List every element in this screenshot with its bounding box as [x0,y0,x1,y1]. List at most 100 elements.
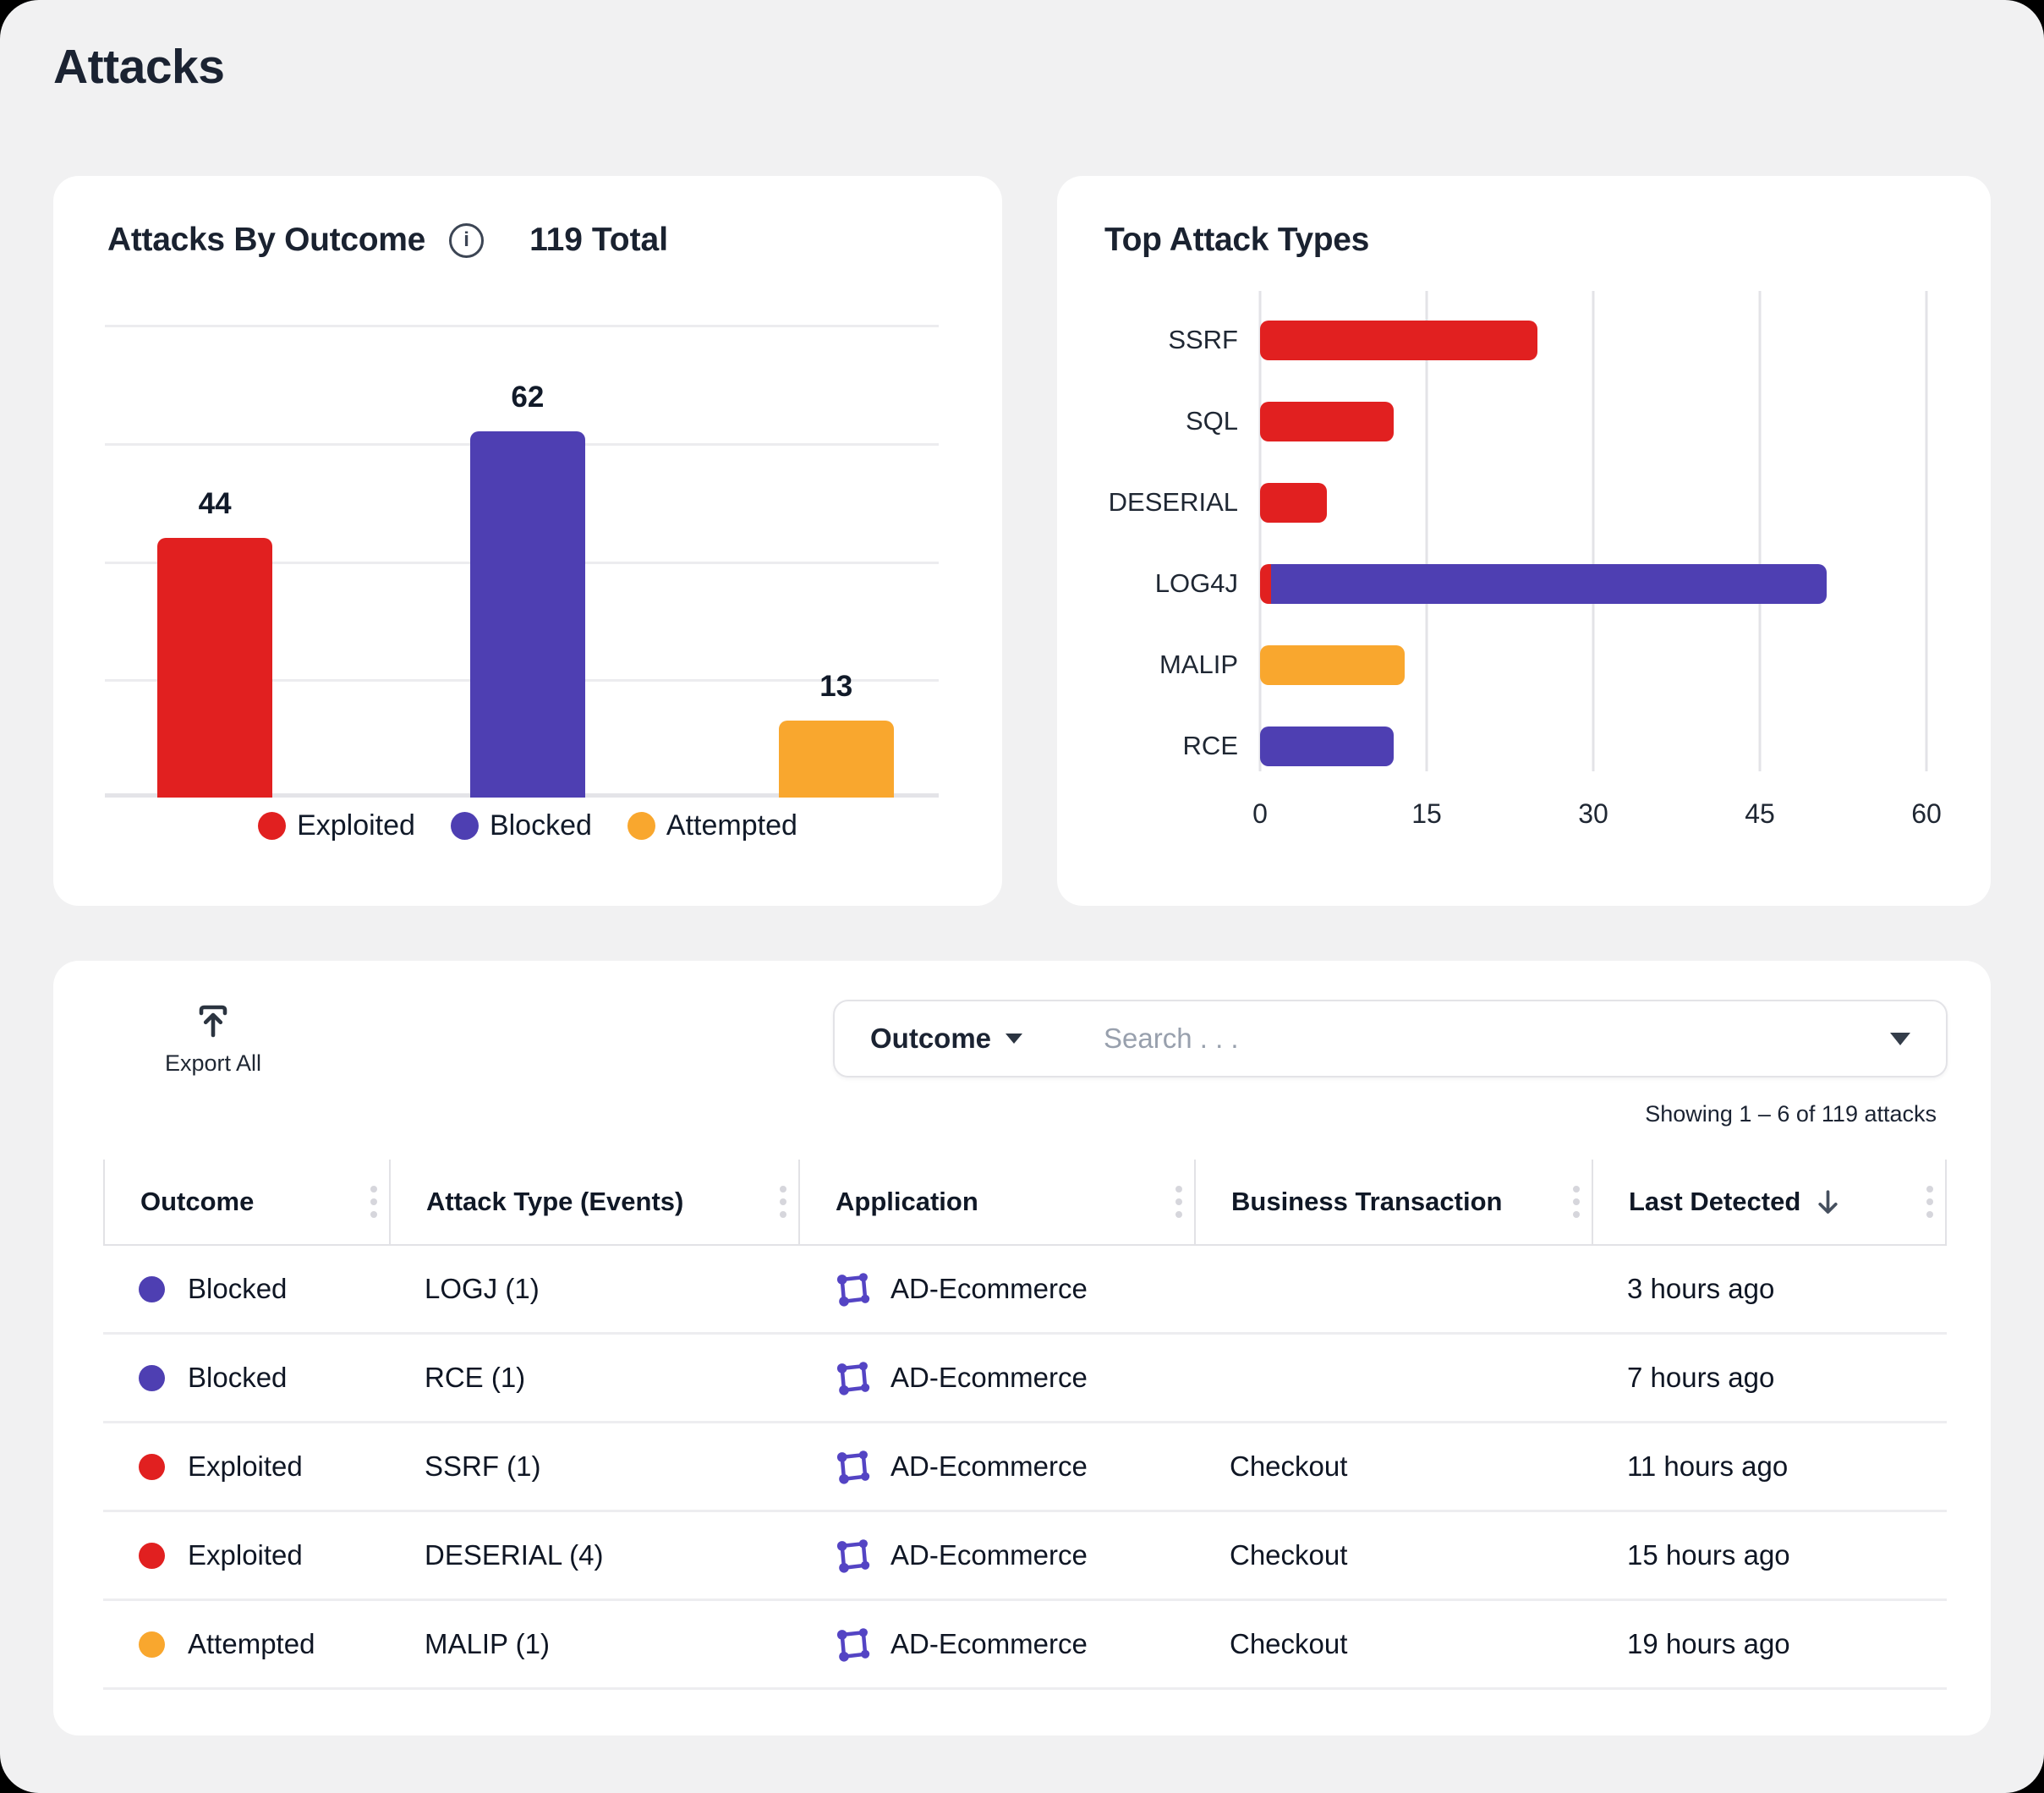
column-menu-icon[interactable] [1573,1186,1580,1218]
application-cell: AD-Ecommerce [798,1423,1194,1510]
bar[interactable] [1260,402,1394,441]
hbar-row: DESERIAL [1104,462,1926,543]
bar[interactable] [1260,321,1537,360]
search-filter-bar[interactable]: Outcome [833,1000,1948,1077]
outcome-card-header: Attacks By Outcome i 119 Total [53,222,1002,259]
business-transaction-cell [1194,1335,1592,1421]
outcome-status-dot [139,1454,165,1480]
application-name: AD-Ecommerce [890,1539,1088,1571]
legend-label: Exploited [297,809,415,842]
bar-track [1260,645,1926,685]
page-title: Attacks [53,39,1991,95]
outcome-cell: Blocked [103,1335,389,1421]
outcome-value: Exploited [188,1539,303,1571]
column-menu-icon[interactable] [1926,1186,1933,1218]
attack-type-cell: DESERIAL (4) [389,1512,798,1598]
export-all-label: Export All [165,1050,261,1077]
info-icon[interactable]: i [449,223,484,258]
table-header-row: Outcome Attack Type (Events) Application… [103,1160,1947,1246]
top-attack-types-card: Top Attack Types SSRF SQL DESERIAL LOG4J… [1057,176,1991,906]
attack-types-bar-chart: SSRF SQL DESERIAL LOG4J MALIP RCE 015304… [1104,299,1926,836]
category-label: LOG4J [1104,568,1260,599]
legend-label: Blocked [490,809,592,842]
outcome-filter-dropdown[interactable]: Outcome [870,1023,991,1055]
legend-dot [627,812,655,840]
bar-segment-exploited [1260,564,1271,604]
application-name: AD-Ecommerce [890,1362,1088,1394]
table-row[interactable]: Blocked RCE (1) AD-Ecommerce 7 hours ago [103,1335,1947,1423]
column-header-label: Application [836,1187,978,1217]
x-tick-label: 45 [1745,798,1775,830]
bar[interactable] [157,538,272,798]
application-cell: AD-Ecommerce [798,1246,1194,1332]
table-row[interactable]: Exploited SSRF (1) AD-Ecommerce Checkout… [103,1423,1947,1512]
x-tick-label: 0 [1252,798,1268,830]
column-menu-icon[interactable] [780,1186,786,1218]
export-icon [193,1000,233,1040]
application-cell: AD-Ecommerce [798,1512,1194,1598]
legend-item: Exploited [258,809,415,842]
bar[interactable] [1260,727,1394,766]
total-count: 119 Total [529,222,668,259]
column-header[interactable]: Last Detected [1592,1160,1947,1244]
column-header-label: Outcome [140,1187,254,1217]
category-label: MALIP [1104,650,1260,680]
bar-segment-exploited [1260,483,1327,523]
hbar-row: RCE [1104,705,1926,787]
column-header[interactable]: Application [798,1160,1194,1244]
table-row[interactable]: Exploited DESERIAL (4) AD-Ecommerce Chec… [103,1512,1947,1601]
column-header[interactable]: Business Transaction [1194,1160,1592,1244]
bar-value-label: 44 [199,487,232,521]
bars-layer: SSRF SQL DESERIAL LOG4J MALIP RCE [1104,299,1926,787]
category-label: DESERIAL [1104,487,1260,518]
x-tick-label: 30 [1578,798,1608,830]
outcome-cell: Exploited [103,1512,389,1598]
bar-segment-exploited [1260,402,1394,441]
business-transaction-cell: Checkout [1194,1512,1592,1598]
bar-column: 62 [470,325,585,798]
bar[interactable] [470,431,585,798]
column-header[interactable]: Outcome [103,1160,389,1244]
outcome-status-dot [139,1543,165,1569]
outcome-value: Exploited [188,1450,303,1483]
table-row[interactable]: Blocked LOGJ (1) AD-Ecommerce 3 hours ag… [103,1246,1947,1335]
outcome-value: Blocked [188,1362,287,1394]
sort-descending-icon[interactable] [1812,1187,1844,1218]
search-input[interactable] [1104,1023,1890,1055]
chevron-down-icon [1006,1034,1022,1044]
bar-segment-blocked [1260,727,1394,766]
attacks-page: Attacks Attacks By Outcome i 119 Total 4… [0,0,2044,1793]
bar[interactable] [1260,564,1827,604]
bar[interactable] [779,721,894,798]
export-all-button[interactable]: Export All [165,1000,261,1077]
dropdown-caret-icon[interactable] [1890,1033,1910,1045]
column-header-label: Business Transaction [1231,1187,1502,1217]
outcome-cell: Blocked [103,1246,389,1332]
last-detected-cell: 19 hours ago [1592,1601,1947,1687]
legend-dot [258,812,286,840]
business-transaction-cell [1194,1246,1592,1332]
column-menu-icon[interactable] [370,1186,377,1218]
outcome-cell: Exploited [103,1423,389,1510]
x-axis: 015304560 [1260,798,1926,836]
bar[interactable] [1260,645,1405,685]
charts-row: Attacks By Outcome i 119 Total 44 62 13 … [53,176,1991,906]
legend-dot [451,812,479,840]
hbar-row: SQL [1104,381,1926,462]
application-name: AD-Ecommerce [890,1628,1088,1660]
table-row[interactable]: Attempted MALIP (1) AD-Ecommerce Checkou… [103,1601,1947,1690]
bar-segment-exploited [1260,321,1537,360]
application-icon [834,1448,872,1486]
bar-track [1260,483,1926,523]
outcome-status-dot [139,1365,165,1391]
column-header[interactable]: Attack Type (Events) [389,1160,798,1244]
attack-type-cell: SSRF (1) [389,1423,798,1510]
bar-track [1260,402,1926,441]
types-chart-title: Top Attack Types [1104,222,1369,259]
column-menu-icon[interactable] [1175,1186,1182,1218]
bar[interactable] [1260,483,1327,523]
column-header-label: Last Detected [1629,1187,1800,1217]
table-body: Blocked LOGJ (1) AD-Ecommerce 3 hours ag… [103,1246,1947,1690]
last-detected-cell: 11 hours ago [1592,1423,1947,1510]
legend-label: Attempted [666,809,797,842]
